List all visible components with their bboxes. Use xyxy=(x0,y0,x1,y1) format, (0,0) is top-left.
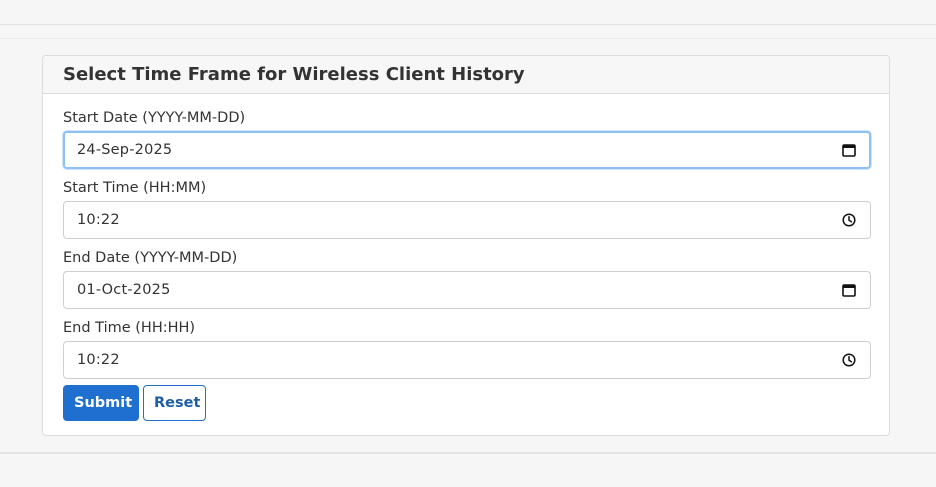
start-time-label: Start Time (HH:MM) xyxy=(63,180,207,196)
time-frame-card: Select Time Frame for Wireless Client Hi… xyxy=(42,55,890,436)
start-time-value: 10:22 xyxy=(77,212,120,228)
end-time-input[interactable]: 10:22 xyxy=(63,341,871,379)
end-time-label: End Time (HH:HH) xyxy=(63,320,196,336)
start-time-input[interactable]: 10:22 xyxy=(63,201,871,239)
end-date-label: End Date (YYYY-MM-DD) xyxy=(63,250,238,266)
calendar-icon[interactable] xyxy=(842,143,856,157)
end-date-input[interactable]: 01-Oct-2025 xyxy=(63,271,871,309)
form-actions: Submit Reset xyxy=(63,385,869,421)
start-date-label: Start Date (YYYY-MM-DD) xyxy=(63,110,246,126)
end-time-value: 10:22 xyxy=(77,352,120,368)
divider xyxy=(0,452,936,454)
divider xyxy=(0,38,936,39)
card-header: Select Time Frame for Wireless Client Hi… xyxy=(43,56,889,94)
top-bar xyxy=(0,0,936,25)
clock-icon[interactable] xyxy=(842,353,856,367)
reset-button[interactable]: Reset xyxy=(143,385,206,421)
calendar-icon[interactable] xyxy=(842,283,856,297)
time-frame-form: Start Date (YYYY-MM-DD) 24-Sep-2025 Star… xyxy=(43,94,889,421)
clock-icon[interactable] xyxy=(842,213,856,227)
card-title: Select Time Frame for Wireless Client Hi… xyxy=(63,64,525,85)
end-date-value: 01-Oct-2025 xyxy=(77,282,171,298)
start-date-input[interactable]: 24-Sep-2025 xyxy=(63,131,871,169)
start-date-value: 24-Sep-2025 xyxy=(77,142,173,158)
submit-button[interactable]: Submit xyxy=(63,385,139,421)
